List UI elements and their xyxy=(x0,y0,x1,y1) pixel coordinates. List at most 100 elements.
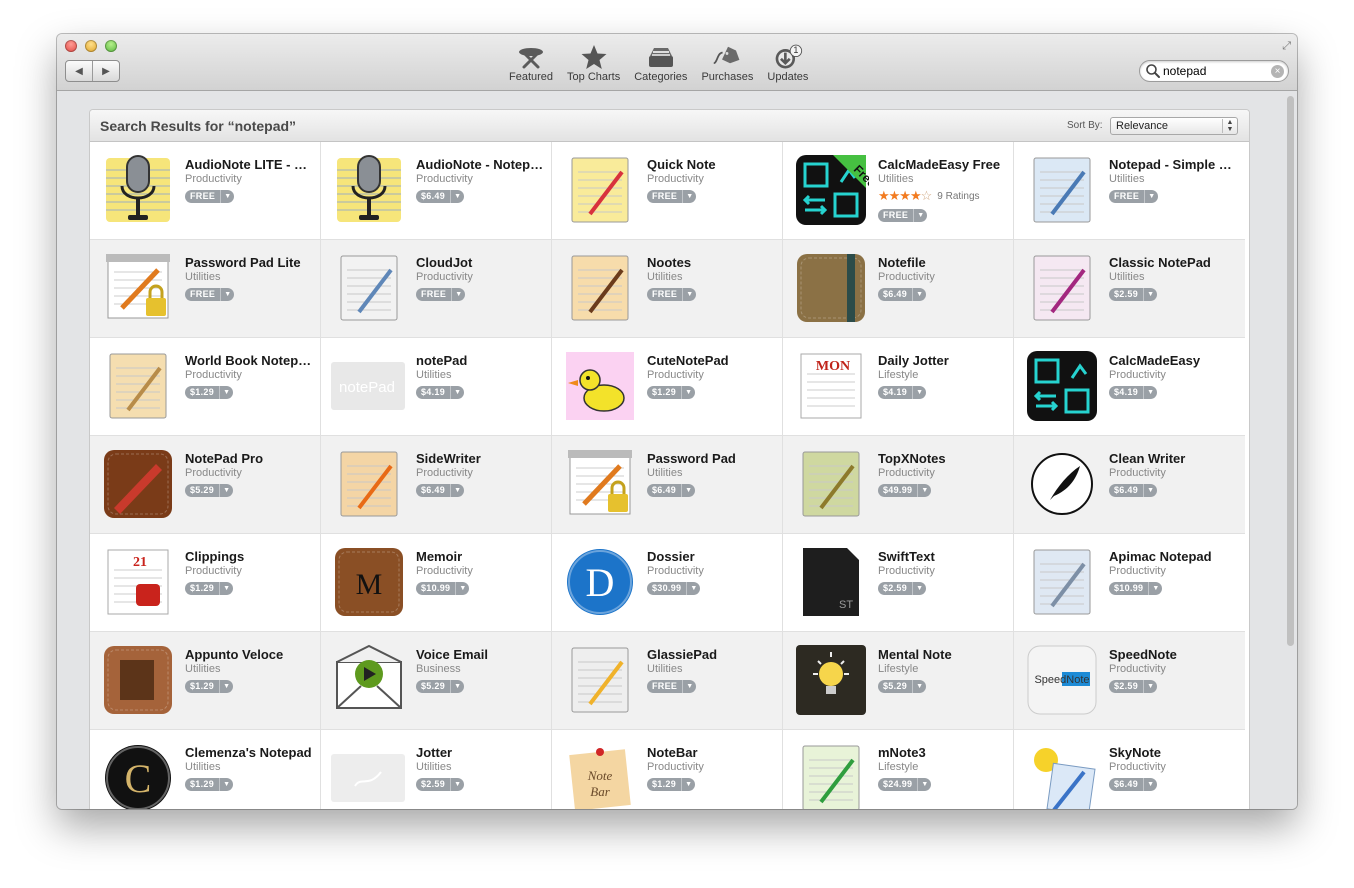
app-name[interactable]: Quick Note xyxy=(647,157,775,172)
green-paper-pencil-icon[interactable] xyxy=(793,446,869,522)
calendar-pad-icon[interactable]: MON xyxy=(793,348,869,424)
minimize-window-button[interactable] xyxy=(85,40,97,52)
close-window-button[interactable] xyxy=(65,40,77,52)
chevron-down-icon[interactable]: ▼ xyxy=(1143,778,1157,791)
microphone-notepad-icon[interactable] xyxy=(331,152,407,228)
app-tile[interactable]: CuteNotePad Productivity $1.29 ▼ xyxy=(552,338,783,436)
chevron-down-icon[interactable]: ▼ xyxy=(681,484,695,497)
wood-note-icon[interactable] xyxy=(100,642,176,718)
price-button[interactable]: $6.49 ▼ xyxy=(647,484,696,497)
price-button[interactable]: $2.59 ▼ xyxy=(1109,288,1158,301)
app-tile[interactable]: Note Bar NoteBar Productivity $1.29 ▼ xyxy=(552,730,783,809)
chevron-down-icon[interactable]: ▼ xyxy=(1144,190,1158,203)
price-button[interactable]: FREE ▼ xyxy=(647,288,697,301)
app-name[interactable]: CalcMadeEasy Free xyxy=(878,157,1006,172)
cloud-note-icon[interactable] xyxy=(331,250,407,326)
chevron-down-icon[interactable]: ▼ xyxy=(1143,288,1157,301)
app-name[interactable]: Clemenza's Notepad xyxy=(185,745,313,760)
chevron-down-icon[interactable]: ▼ xyxy=(450,386,464,399)
app-tile[interactable]: ST SwiftText Productivity $2.59 ▼ xyxy=(783,534,1014,632)
price-button[interactable]: $4.19 ▼ xyxy=(416,386,465,399)
app-tile[interactable]: Clean Writer Productivity $6.49 ▼ xyxy=(1014,436,1245,534)
app-name[interactable]: SpeedNote xyxy=(1109,647,1237,662)
app-tile[interactable]: TopXNotes Productivity $49.99 ▼ xyxy=(783,436,1014,534)
app-name[interactable]: Mental Note xyxy=(878,647,1006,662)
chevron-down-icon[interactable]: ▼ xyxy=(219,386,233,399)
chevron-down-icon[interactable]: ▼ xyxy=(451,288,465,301)
app-tile[interactable]: Appunto Veloce Utilities $1.29 ▼ xyxy=(90,632,321,730)
price-button[interactable]: $10.99 ▼ xyxy=(416,582,470,595)
chevron-down-icon[interactable]: ▼ xyxy=(1143,680,1157,693)
price-button[interactable]: $1.29 ▼ xyxy=(647,386,696,399)
toolbar-categories[interactable]: Categories xyxy=(634,42,687,88)
price-button[interactable]: FREE ▼ xyxy=(647,190,697,203)
chevron-down-icon[interactable]: ▼ xyxy=(682,288,696,301)
app-name[interactable]: Voice Email xyxy=(416,647,544,662)
duck-icon[interactable] xyxy=(562,348,638,424)
app-name[interactable]: Password Pad Lite xyxy=(185,255,313,270)
chevron-down-icon[interactable]: ▼ xyxy=(455,582,469,595)
app-name[interactable]: mNote3 xyxy=(878,745,1006,760)
sun-notepad-icon[interactable] xyxy=(1024,740,1100,809)
app-name[interactable]: Jotter xyxy=(416,745,544,760)
price-button[interactable]: $5.29 ▼ xyxy=(878,680,927,693)
price-button[interactable]: $6.49 ▼ xyxy=(878,288,927,301)
app-name[interactable]: Clean Writer xyxy=(1109,451,1237,466)
app-name[interactable]: Apimac Notepad xyxy=(1109,549,1237,564)
chevron-down-icon[interactable]: ▼ xyxy=(917,778,931,791)
app-tile[interactable]: D Dossier Productivity $30.99 ▼ xyxy=(552,534,783,632)
price-button[interactable]: $6.49 ▼ xyxy=(1109,778,1158,791)
chevron-down-icon[interactable]: ▼ xyxy=(682,680,696,693)
blue-spiral-pen-icon[interactable] xyxy=(1024,544,1100,620)
yellow-notes-pencil-icon[interactable] xyxy=(562,152,638,228)
app-tile[interactable]: 21 Clippings Productivity $1.29 ▼ xyxy=(90,534,321,632)
app-tile[interactable]: GlassiePad Utilities FREE ▼ xyxy=(552,632,783,730)
lightbulb-icon[interactable] xyxy=(793,642,869,718)
price-button[interactable]: $1.29 ▼ xyxy=(185,778,234,791)
app-name[interactable]: AudioNote - Notepad and Voice Recorder xyxy=(416,157,544,172)
app-name[interactable]: Password Pad xyxy=(647,451,775,466)
spiral-pad-icon[interactable] xyxy=(1024,250,1100,326)
app-name[interactable]: Classic NotePad xyxy=(1109,255,1237,270)
glass-pad-pencil-icon[interactable] xyxy=(562,642,638,718)
app-tile[interactable]: C Clemenza's Notepad Utilities $1.29 ▼ xyxy=(90,730,321,809)
app-tile[interactable]: Password Pad Utilities $6.49 ▼ xyxy=(552,436,783,534)
app-tile[interactable]: Quick Note Productivity FREE ▼ xyxy=(552,142,783,240)
leather-pencil-icon[interactable] xyxy=(100,446,176,522)
price-button[interactable]: $2.59 ▼ xyxy=(416,778,465,791)
app-tile[interactable]: CloudJot Productivity FREE ▼ xyxy=(321,240,552,338)
chevron-down-icon[interactable]: ▼ xyxy=(219,582,233,595)
notepad-text-icon[interactable]: notePad xyxy=(331,348,407,424)
forward-button[interactable]: ▶ xyxy=(92,61,119,81)
app-name[interactable]: Notepad - Simple Note xyxy=(1109,157,1237,172)
app-name[interactable]: notePad xyxy=(416,353,544,368)
chevron-down-icon[interactable]: ▼ xyxy=(1143,386,1157,399)
app-name[interactable]: SwiftText xyxy=(878,549,1006,564)
app-name[interactable]: GlassiePad xyxy=(647,647,775,662)
app-tile[interactable]: Nootes Utilities FREE ▼ xyxy=(552,240,783,338)
app-tile[interactable]: MON Daily Jotter Lifestyle $4.19 ▼ xyxy=(783,338,1014,436)
book-arrow-icon[interactable] xyxy=(331,446,407,522)
app-tile[interactable]: Password Pad Lite Utilities FREE ▼ xyxy=(90,240,321,338)
app-name[interactable]: Appunto Veloce xyxy=(185,647,313,662)
app-tile[interactable]: Free CalcMadeEasy Free Utilities ★★★★☆ 9 Rat… xyxy=(783,142,1014,240)
blue-d-orb-icon[interactable]: D xyxy=(562,544,638,620)
chevron-down-icon[interactable]: ▼ xyxy=(450,680,464,693)
price-button[interactable]: $5.29 ▼ xyxy=(185,484,234,497)
app-tile[interactable]: M Memoir Productivity $10.99 ▼ xyxy=(321,534,552,632)
chevron-down-icon[interactable]: ▼ xyxy=(1143,484,1157,497)
microphone-notepad-icon[interactable] xyxy=(100,152,176,228)
price-button[interactable]: $5.29 ▼ xyxy=(416,680,465,693)
app-tile[interactable]: Jotter Utilities $2.59 ▼ xyxy=(321,730,552,809)
app-tile[interactable]: Notepad - Simple Note Utilities FREE ▼ xyxy=(1014,142,1245,240)
notepad-lock-icon[interactable] xyxy=(100,250,176,326)
calculator-free-icon[interactable]: Free xyxy=(793,152,879,228)
app-name[interactable]: SideWriter xyxy=(416,451,544,466)
app-tile[interactable]: NotePad Pro Productivity $5.29 ▼ xyxy=(90,436,321,534)
chevron-down-icon[interactable]: ▼ xyxy=(682,190,696,203)
app-tile[interactable]: Voice Email Business $5.29 ▼ xyxy=(321,632,552,730)
toolbar-updates[interactable]: 1 Updates xyxy=(767,42,808,88)
blue-paper-icon[interactable] xyxy=(1024,152,1100,228)
chevron-down-icon[interactable]: ▼ xyxy=(681,778,695,791)
price-button[interactable]: $24.99 ▼ xyxy=(878,778,932,791)
